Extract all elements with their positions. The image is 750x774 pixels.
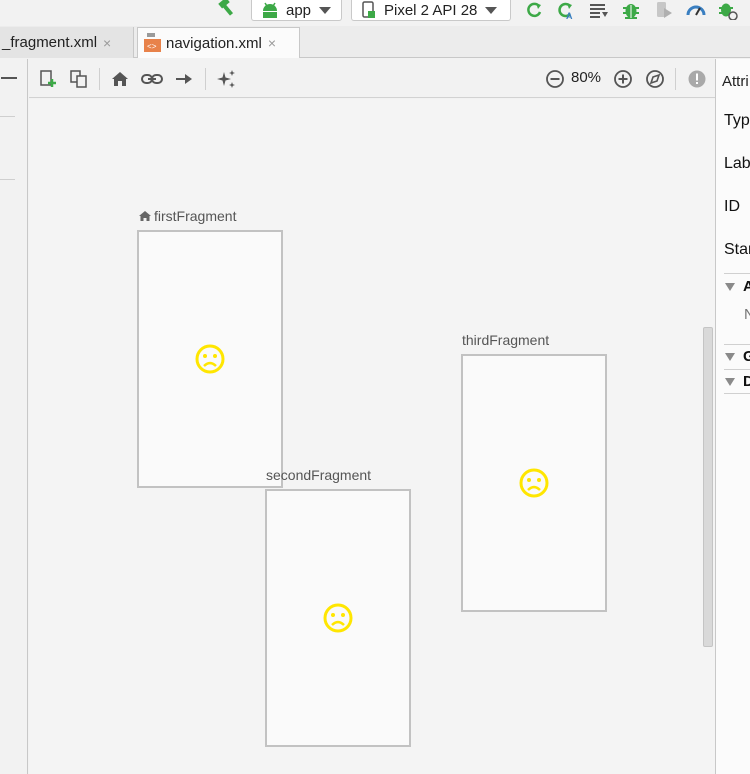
- apply-code-changes-icon[interactable]: A: [554, 0, 576, 20]
- destination-label-third: thirdFragment: [462, 332, 549, 348]
- tab-label: navigation.xml: [166, 34, 262, 52]
- attributes-panel: Attri Typ Lab ID Star A N G D: [715, 59, 750, 774]
- destination-label-first: firstFragment: [138, 208, 236, 224]
- new-destination-icon[interactable]: [37, 68, 59, 90]
- chevron-down-icon: [725, 352, 735, 361]
- link-icon[interactable]: [141, 68, 163, 90]
- sad-face-icon: [323, 603, 353, 633]
- divider: [724, 393, 750, 394]
- section-title: A: [743, 278, 750, 295]
- destination-name: secondFragment: [266, 467, 372, 483]
- zoom-in-icon[interactable]: [612, 68, 634, 90]
- section-header[interactable]: G: [725, 348, 750, 365]
- destination-second-fragment[interactable]: [265, 489, 411, 747]
- zoom-to-fit-icon[interactable]: [644, 68, 666, 90]
- debug-bug-icon[interactable]: [620, 0, 642, 20]
- home-icon[interactable]: [109, 68, 131, 90]
- device-label: Pixel 2 API 28: [384, 1, 478, 19]
- attr-type-label: Typ: [724, 112, 750, 129]
- warning-icon[interactable]: [686, 68, 708, 90]
- navigation-design-toolbar: 80%: [29, 59, 715, 98]
- left-panel-strip: [0, 59, 28, 774]
- zoom-level: 80%: [571, 69, 602, 86]
- xml-file-icon: <>: [144, 33, 162, 53]
- attributes-panel-title: Attri: [722, 73, 749, 90]
- destination-name: firstFragment: [154, 208, 237, 224]
- attach-debugger-icon[interactable]: [653, 0, 675, 20]
- sync-list-icon[interactable]: [588, 0, 610, 20]
- section-title: D: [743, 373, 750, 390]
- tab-label: _fragment.xml: [2, 34, 98, 51]
- tab-fragment-xml[interactable]: _fragment.xml ×: [0, 27, 134, 58]
- auto-arrange-sparkle-icon[interactable]: [215, 68, 237, 90]
- apply-changes-icon[interactable]: [523, 0, 545, 20]
- close-icon[interactable]: ×: [103, 35, 111, 51]
- editor-tab-bar: _fragment.xml × <> navigation.xml ×: [0, 26, 750, 58]
- chevron-down-icon: [725, 282, 735, 291]
- tab-navigation-xml[interactable]: <> navigation.xml ×: [137, 27, 300, 58]
- run-config-select[interactable]: app: [251, 0, 342, 21]
- svg-text:<>: <>: [147, 43, 157, 52]
- chevron-down-icon: [485, 6, 498, 14]
- chevron-down-icon: [319, 6, 332, 14]
- toolbar-separator: [99, 68, 100, 90]
- attr-id-label: ID: [724, 198, 740, 215]
- divider: [724, 273, 750, 274]
- profiler-gauge-icon[interactable]: [685, 0, 707, 20]
- build-hammer-icon[interactable]: [216, 0, 240, 20]
- arrow-right-icon[interactable]: [173, 68, 195, 90]
- divider: [724, 369, 750, 370]
- android-icon: [263, 2, 277, 18]
- zoom-out-icon[interactable]: [544, 68, 566, 90]
- toolbar-separator: [205, 68, 206, 90]
- run-toolbar: app Pixel 2 API 28 A: [0, 0, 750, 26]
- divider: [0, 179, 15, 180]
- collapse-panel-icon[interactable]: [1, 77, 17, 79]
- home-icon: [139, 211, 151, 221]
- attr-label-label: Lab: [724, 155, 750, 172]
- close-icon[interactable]: ×: [268, 35, 276, 51]
- destination-label-second: secondFragment: [266, 467, 371, 483]
- sad-face-icon: [195, 344, 225, 374]
- device-select[interactable]: Pixel 2 API 28: [351, 0, 511, 21]
- sad-face-icon: [519, 468, 549, 498]
- navigation-graph-canvas[interactable]: firstFragment thirdFragment secondFragme…: [29, 99, 715, 774]
- nested-graph-icon[interactable]: [68, 68, 90, 90]
- toolbar-separator: [675, 68, 676, 90]
- section-item: N: [744, 306, 750, 323]
- section-header[interactable]: D: [725, 373, 750, 390]
- debug-sync-icon[interactable]: [717, 0, 739, 20]
- divider: [724, 344, 750, 345]
- vertical-scrollbar[interactable]: [703, 327, 713, 647]
- phone-icon: [362, 1, 375, 18]
- destination-third-fragment[interactable]: [461, 354, 607, 612]
- destination-name: thirdFragment: [462, 332, 550, 348]
- divider: [0, 116, 15, 117]
- run-config-label: app: [286, 1, 312, 19]
- svg-text:A: A: [566, 11, 573, 20]
- chevron-down-icon: [725, 377, 735, 386]
- attr-start-label: Star: [724, 241, 750, 258]
- section-title: G: [743, 348, 750, 365]
- destination-first-fragment[interactable]: [137, 230, 283, 488]
- section-header[interactable]: A: [725, 278, 750, 295]
